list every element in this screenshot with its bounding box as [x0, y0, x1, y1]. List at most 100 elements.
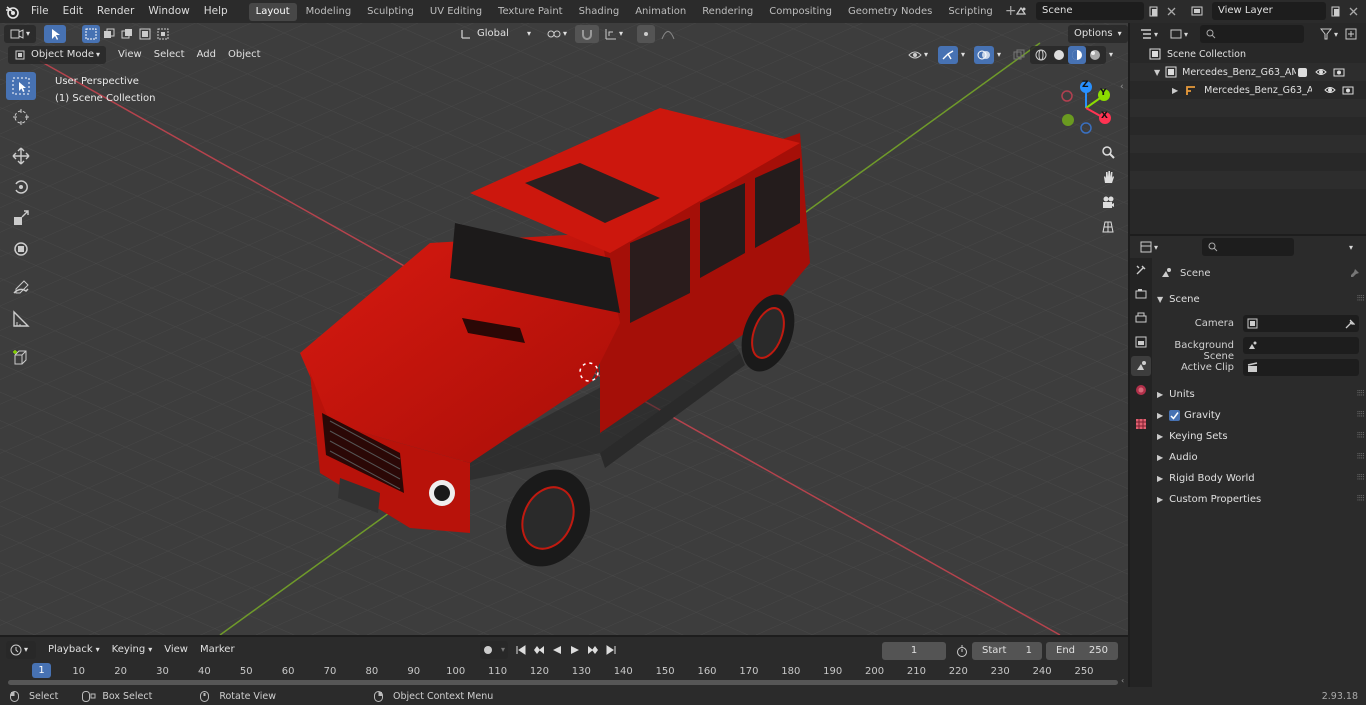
view-layer-selector[interactable]: View Layer [1188, 2, 1362, 20]
tab-render-icon[interactable] [1131, 284, 1151, 304]
timeline-menu-playback[interactable]: Playback ▾ [42, 641, 106, 659]
jump-to-keyframe-back-icon[interactable] [530, 641, 548, 659]
filter-button[interactable]: ▾ [1316, 25, 1342, 43]
camera-field[interactable] [1243, 315, 1359, 332]
eye-icon[interactable] [1324, 85, 1336, 95]
tab-scripting[interactable]: Scripting [941, 3, 999, 21]
extend-selection-icon[interactable] [100, 25, 118, 43]
current-frame-field[interactable]: 1 [882, 642, 946, 660]
overlays-dropdown[interactable]: ▾ [994, 46, 1004, 64]
tab-output-icon[interactable] [1131, 308, 1151, 328]
camera-view-icon[interactable] [1097, 191, 1119, 213]
end-frame-field[interactable]: End 250 [1046, 642, 1118, 660]
expand-arrow-icon[interactable]: ▼ [1154, 68, 1160, 77]
wireframe-shading-icon[interactable] [1032, 46, 1050, 64]
timeline-scrollbar[interactable] [8, 680, 1118, 685]
tab-compositing[interactable]: Compositing [762, 3, 839, 21]
scene-section-header[interactable]: ▼ Scene ⁝⁝⁝⁝ [1157, 289, 1365, 309]
scene-selector[interactable]: Scene [1012, 2, 1180, 20]
tab-geometry-nodes[interactable]: Geometry Nodes [841, 3, 939, 21]
outliner-row-collection[interactable]: ▼ Mercedes_Benz_G63_AMG_20 [1130, 63, 1366, 81]
properties-search-input[interactable] [1202, 238, 1294, 256]
exclude-checkbox[interactable] [1298, 67, 1308, 77]
measure-tool-icon[interactable] [6, 305, 36, 333]
viewport-menu-object[interactable]: Object [222, 46, 267, 64]
preview-range-stopwatch-icon[interactable] [953, 642, 971, 660]
properties-editor-type-button[interactable]: ▾ [1136, 238, 1162, 256]
jump-to-end-icon[interactable] [602, 641, 620, 659]
menu-file[interactable]: File [24, 0, 56, 23]
perspective-toggle-icon[interactable] [1097, 216, 1119, 238]
panel-audio[interactable]: ▶ Audio ⁝⁝⁝⁝ [1157, 447, 1365, 467]
timeline-menu-keying[interactable]: Keying ▾ [106, 641, 159, 659]
jump-to-keyframe-forward-icon[interactable] [584, 641, 602, 659]
subtract-selection-icon[interactable] [118, 25, 136, 43]
options-button[interactable]: Options ▾ [1068, 25, 1128, 43]
play-icon[interactable] [566, 641, 584, 659]
cursor-tool-icon[interactable] [6, 103, 36, 131]
jump-to-start-icon[interactable] [512, 641, 530, 659]
expand-arrow-right-icon[interactable]: ▶ [1172, 86, 1178, 95]
snap-toggle[interactable] [575, 25, 600, 43]
tab-layout[interactable]: Layout [248, 2, 297, 21]
timeline-scroll-arrow[interactable]: ‹ [1121, 676, 1124, 685]
gizmo-toggle[interactable] [938, 46, 959, 64]
outliner-search-input[interactable] [1200, 25, 1304, 43]
tab-texture-icon[interactable] [1131, 414, 1151, 434]
background-scene-field[interactable] [1243, 337, 1359, 354]
tab-uv-editing[interactable]: UV Editing [423, 3, 489, 21]
tab-rendering[interactable]: Rendering [695, 3, 760, 21]
scale-tool-icon[interactable] [6, 204, 36, 232]
panel-keying-sets[interactable]: ▶ Keying Sets ⁝⁝⁝⁝ [1157, 426, 1365, 446]
properties-options-dropdown[interactable]: ▾ [1342, 238, 1360, 256]
pivot-point-dropdown[interactable]: ▾ [541, 25, 573, 43]
tab-scene-icon[interactable] [1131, 356, 1151, 376]
pan-hand-icon[interactable] [1097, 166, 1119, 188]
zoom-icon[interactable] [1097, 141, 1119, 163]
proportional-falloff-dropdown[interactable] [655, 25, 681, 43]
tab-world-icon[interactable] [1131, 380, 1151, 400]
xray-toggle[interactable] [1010, 46, 1028, 64]
viewport-menu-select[interactable]: Select [148, 46, 191, 64]
scene-name-field[interactable]: Scene [1036, 2, 1144, 20]
tab-tool-icon[interactable] [1131, 260, 1151, 280]
timeline-menu-marker[interactable]: Marker [194, 641, 241, 659]
annotate-tool-icon[interactable] [6, 274, 36, 302]
auto-keying-toggle[interactable]: ▾ [480, 641, 509, 659]
object-mode-dropdown[interactable]: Object Mode ▾ [8, 46, 106, 64]
new-scene-icon[interactable] [1144, 2, 1162, 20]
delete-scene-icon[interactable] [1162, 2, 1180, 20]
view-layer-field[interactable]: View Layer [1212, 2, 1326, 20]
viewport-menu-add[interactable]: Add [191, 46, 222, 64]
active-clip-field[interactable] [1243, 359, 1359, 376]
tab-texture-paint[interactable]: Texture Paint [491, 3, 570, 21]
timeline-editor-type-button[interactable]: ▾ [6, 641, 36, 659]
move-tool-icon[interactable] [6, 142, 36, 170]
menu-render[interactable]: Render [90, 0, 141, 23]
start-frame-field[interactable]: Start 1 [972, 642, 1042, 660]
tab-modeling[interactable]: Modeling [299, 3, 359, 21]
select-box-tool-icon[interactable] [6, 72, 36, 100]
tab-sculpting[interactable]: Sculpting [360, 3, 421, 21]
viewport-menu-view[interactable]: View [112, 46, 148, 64]
menu-window[interactable]: Window [141, 0, 196, 23]
tab-animation[interactable]: Animation [628, 3, 693, 21]
rendered-shading-icon[interactable] [1086, 46, 1104, 64]
gravity-checkbox[interactable] [1169, 409, 1181, 421]
render-camera-icon[interactable] [1333, 67, 1345, 77]
playhead-frame-indicator[interactable]: 1 [32, 663, 51, 678]
play-reverse-icon[interactable] [548, 641, 566, 659]
render-camera-icon[interactable] [1342, 85, 1354, 95]
options-menu[interactable]: Options ▾ [1068, 25, 1128, 43]
transform-tool-icon[interactable] [6, 235, 36, 263]
new-collection-icon[interactable] [1342, 25, 1360, 43]
eyedropper-icon[interactable] [1344, 318, 1355, 329]
menu-edit[interactable]: Edit [56, 0, 90, 23]
editor-type-button[interactable]: ▾ [4, 25, 36, 43]
display-mode-button[interactable]: ▾ [1166, 25, 1192, 43]
sidebar-toggle-arrow[interactable]: ‹ [1120, 82, 1124, 92]
set-new-selection-icon[interactable] [82, 25, 100, 43]
overlays-toggle[interactable] [974, 46, 995, 64]
intersect-selection-icon[interactable] [154, 25, 172, 43]
3d-viewport[interactable] [0, 23, 1128, 635]
